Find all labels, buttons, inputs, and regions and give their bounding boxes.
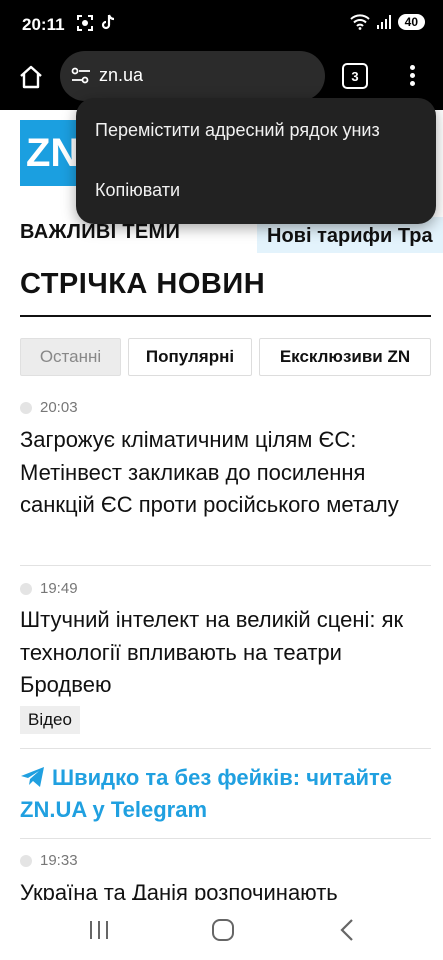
system-nav-bar: [0, 900, 443, 960]
tab-switcher-button[interactable]: 3: [342, 63, 368, 89]
time-dot-icon: [20, 401, 32, 414]
battery-indicator: 40: [397, 14, 425, 30]
signal-icon: [376, 15, 391, 29]
status-bar: 20:11 40: [0, 0, 443, 48]
divider: [20, 565, 431, 566]
important-topics-label: ВАЖЛИВІ ТЕМИ: [20, 221, 181, 243]
menu-item-move-address-bar[interactable]: Перемістити адресний рядок униз: [95, 120, 380, 141]
news-time: 19:33: [20, 852, 78, 869]
news-time: 20:03: [20, 399, 78, 416]
telegram-promo-link[interactable]: Швидко та без фейків: читайте ZN.UA у Te…: [20, 762, 432, 826]
time-dot-icon: [20, 582, 32, 595]
video-badge: Відео: [20, 706, 80, 734]
divider: [20, 838, 431, 839]
overflow-menu-popup: Перемістити адресний рядок униз Копіюват…: [76, 98, 436, 224]
tab-latest[interactable]: Останні: [20, 338, 121, 376]
address-bar[interactable]: zn.ua: [60, 51, 325, 101]
site-logo[interactable]: ZN: [20, 120, 82, 186]
home-nav-icon[interactable]: [211, 918, 235, 942]
tab-exclusives[interactable]: Ексклюзиви ZN: [259, 338, 431, 376]
overflow-menu-button[interactable]: [402, 62, 422, 92]
status-time: 20:11: [22, 15, 65, 34]
tab-popular[interactable]: Популярні: [128, 338, 252, 376]
news-feed-title: СТРІЧКА НОВИН: [20, 268, 266, 300]
news-headline[interactable]: Штучний інтелект на великій сцені: як те…: [20, 604, 430, 702]
wifi-icon: [349, 14, 370, 30]
recents-icon[interactable]: [88, 920, 110, 940]
telegram-icon: [21, 767, 44, 787]
divider: [20, 748, 431, 749]
time-dot-icon: [20, 854, 32, 867]
menu-item-copy[interactable]: Копіювати: [95, 180, 180, 201]
site-settings-icon[interactable]: [70, 65, 92, 87]
home-button[interactable]: [14, 60, 48, 94]
home-icon: [20, 65, 42, 89]
news-time: 19:49: [20, 580, 78, 597]
tiktok-icon: [101, 14, 115, 30]
news-headline[interactable]: Загрожує кліматичним цілям ЄС: Метінвест…: [20, 424, 430, 522]
url-text[interactable]: zn.ua: [99, 65, 143, 86]
screenshot-icon: [77, 15, 93, 31]
back-icon[interactable]: [338, 918, 356, 942]
more-vert-icon: [409, 65, 415, 70]
title-divider: [20, 315, 431, 317]
